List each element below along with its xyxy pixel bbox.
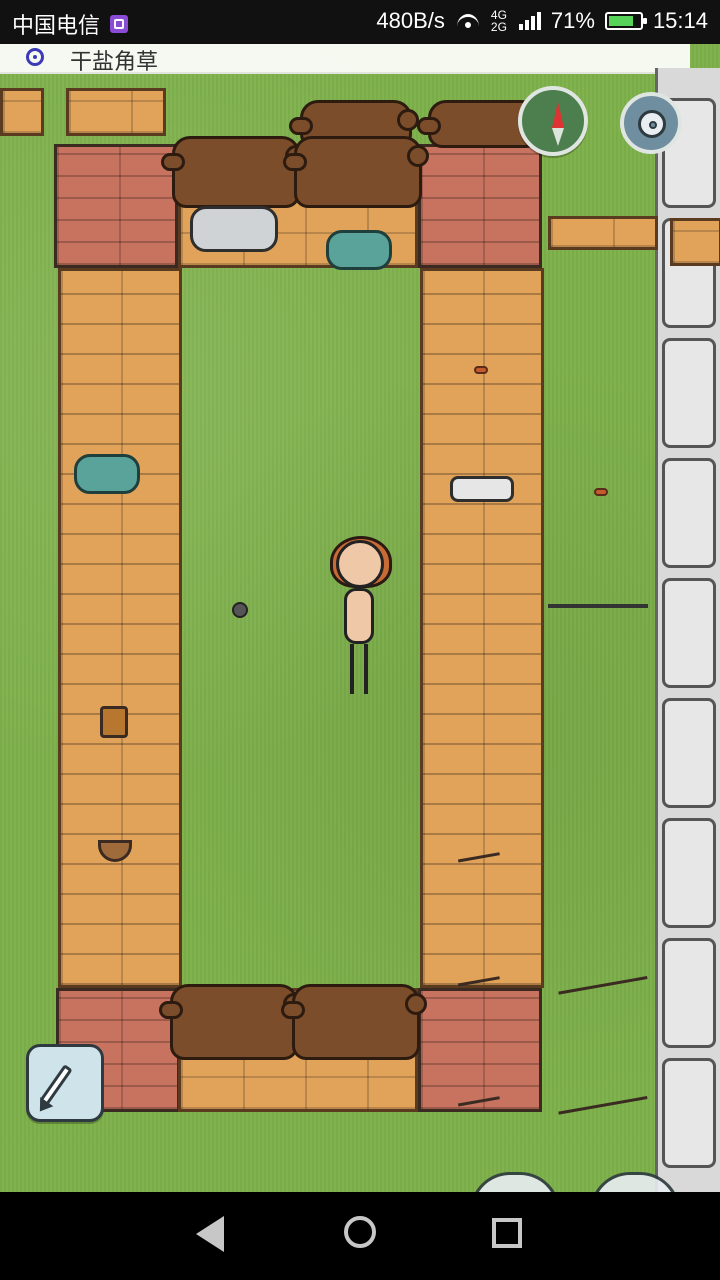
sim-icon [110,15,129,33]
partial-button [470,1172,560,1192]
pencil-icon [39,1064,73,1106]
recent-apps-icon[interactable] [492,1218,522,1248]
flat-stone [450,476,514,502]
stone-block [662,698,716,808]
battery-icon [604,12,647,30]
stone-block [662,818,716,928]
battery-percent: 71% [550,8,595,33]
compass-icon [552,102,564,128]
carrier-name: 中国电信 [12,13,101,38]
fence-rail [548,216,658,250]
bucket [100,706,128,738]
status-left: 中国电信 [12,8,129,40]
head [336,540,384,588]
network-speed: 480B/s [376,8,445,33]
gear-icon [638,110,666,138]
leg [364,644,368,694]
stone-block [662,338,716,448]
bear [159,984,305,1060]
android-navbar [0,1192,720,1280]
pin-icon [26,48,44,66]
plank-column-right [420,268,544,988]
body [344,588,374,644]
clock: 15:14 [652,8,708,33]
seed [594,488,608,496]
settings-button[interactable] [620,92,682,154]
wooden-cart [670,218,720,266]
stone-block [662,1058,716,1168]
pebble [232,602,248,618]
signal-icon [518,12,541,30]
bottom-partial-buttons [470,1172,690,1192]
stone-block [662,458,716,568]
fence-plank [0,88,44,136]
mint-pile [74,454,140,494]
status-bar: 中国电信 480B/s 4G 2G 71% 15:14 [0,0,720,44]
compass-needle-tail [552,128,564,146]
rock-pile [190,206,278,252]
game-viewport[interactable]: 干盐角草 [0,44,720,1192]
wifi-icon [455,12,481,30]
status-right: 480B/s 4G 2G 71% 15:14 [376,8,708,34]
top-hint-bar: 干盐角草 [0,44,690,74]
plank-column-left [58,268,182,988]
seed [474,366,488,374]
pole [548,604,648,608]
bear [161,136,307,208]
compass-button[interactable] [518,86,588,156]
home-icon[interactable] [344,1216,376,1248]
stone-block [662,938,716,1048]
top-hint-text: 干盐角草 [70,49,159,74]
bear [283,136,429,208]
network-type: 4G 2G [490,8,507,34]
bear [281,984,427,1060]
brick-column-right-top [418,144,542,268]
fence-plank [66,88,166,136]
stone-block [662,578,716,688]
partial-button [590,1172,680,1192]
player-character[interactable] [330,536,400,700]
leg [350,644,354,694]
edit-button[interactable] [26,1044,104,1122]
brick-column-left-top [54,144,178,268]
mint-pile [326,230,392,270]
back-icon[interactable] [196,1216,224,1252]
